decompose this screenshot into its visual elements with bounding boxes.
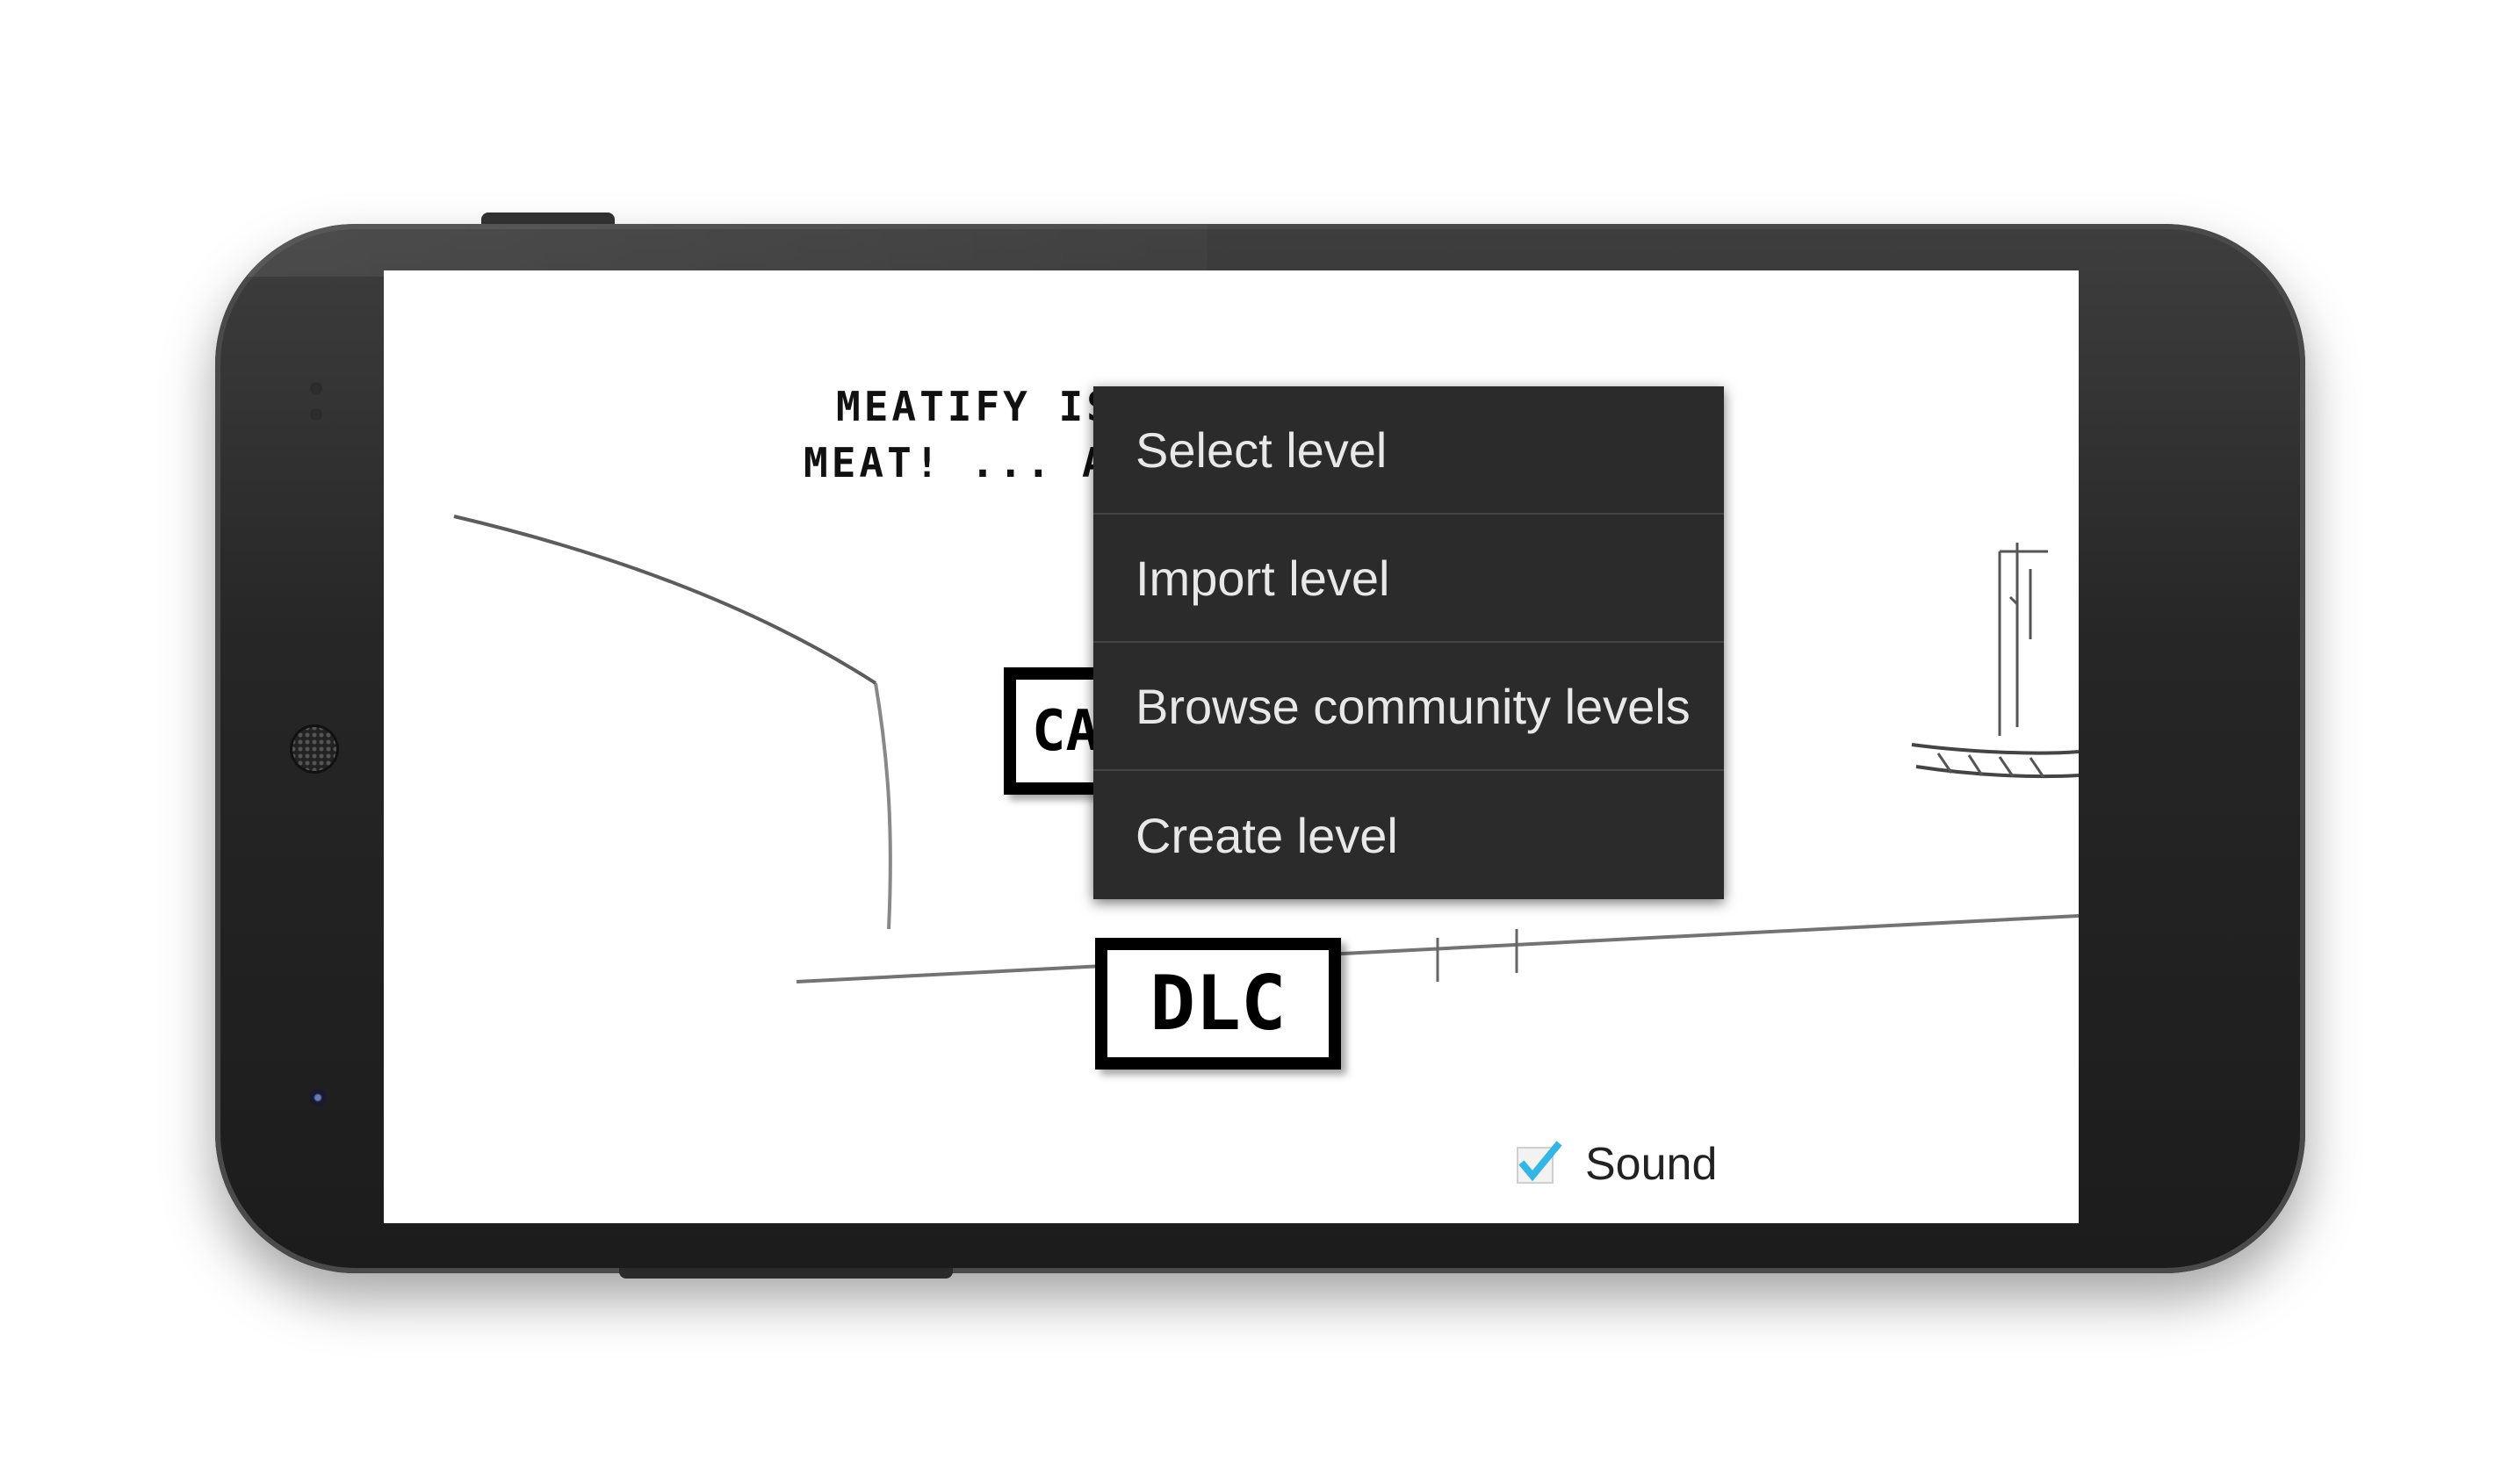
dlc-button-label: DLC (1150, 960, 1287, 1048)
earpiece-speaker-icon (290, 724, 339, 774)
sound-checkbox[interactable] (1515, 1141, 1562, 1188)
menu-item-browse-community-levels[interactable]: Browse community levels (1093, 643, 1724, 771)
light-sensor (310, 408, 322, 421)
menu-item-select-level[interactable]: Select level (1093, 386, 1724, 515)
intro-text-line1: MEATIFY IS (836, 383, 1114, 430)
sound-label: Sound (1585, 1139, 1718, 1190)
game-screen: MEATIFY IS MEAT! ... AN CA DLC Select le… (384, 270, 2079, 1223)
menu-item-create-level[interactable]: Create level (1093, 771, 1724, 899)
level-context-menu: Select level Import level Browse communi… (1093, 386, 1724, 899)
front-camera-icon (309, 1089, 327, 1106)
checkmark-icon (1517, 1141, 1562, 1184)
phone-sheen (215, 224, 1208, 277)
phone-volume-button (619, 1268, 953, 1279)
sound-toggle[interactable]: Sound (1515, 1138, 1717, 1191)
dlc-button[interactable]: DLC (1095, 938, 1341, 1070)
proximity-sensor (310, 382, 322, 394)
campaign-button-label: CA (1032, 698, 1100, 764)
intro-text-line2: MEAT! ... AN (804, 439, 1138, 486)
menu-item-import-level[interactable]: Import level (1093, 515, 1724, 643)
